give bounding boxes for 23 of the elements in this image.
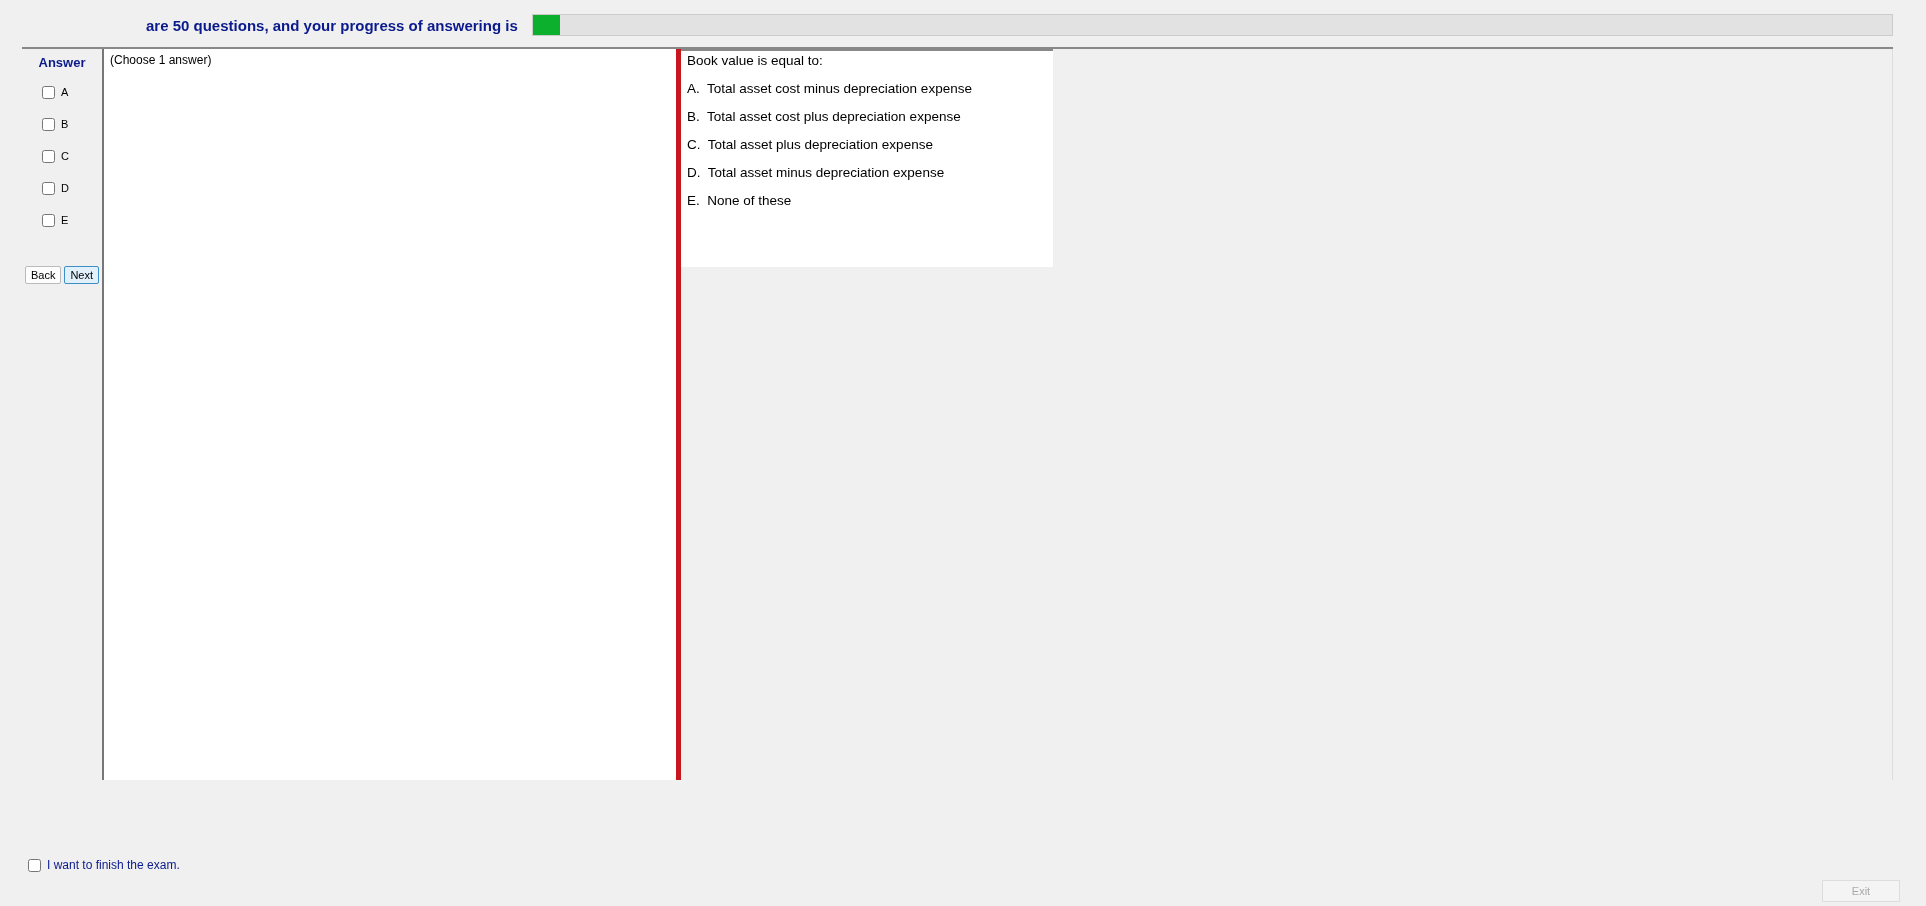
- choice-text: D. Total asset minus depreciation expense: [687, 165, 946, 180]
- question-text: Book value is equal to:: [687, 53, 824, 68]
- answer-checkbox[interactable]: [42, 149, 55, 163]
- choice-text: A. Total asset cost minus depreciation expense: [687, 81, 973, 96]
- instruction-text: (Choose 1 answer): [110, 53, 212, 67]
- nav-button[interactable]: Back: [24, 266, 62, 284]
- answer-checkbox[interactable]: [42, 117, 55, 131]
- finish-label: I want to finish the exam.: [47, 858, 180, 872]
- option-label: B: [61, 118, 69, 130]
- answer-heading: Answer: [38, 55, 86, 70]
- option-label: A: [61, 86, 69, 98]
- option-label: D: [61, 182, 69, 194]
- answer-checkbox[interactable]: [42, 181, 55, 195]
- nav-button[interactable]: Next: [64, 266, 100, 284]
- choice-text: C. Total asset plus depreciation expense: [687, 137, 934, 152]
- choice-text: E. None of these: [687, 193, 793, 208]
- choice-text: B. Total asset cost plus depreciation expense: [687, 109, 962, 124]
- answer-checkbox[interactable]: [42, 213, 55, 227]
- finish-checkbox[interactable]: [28, 858, 41, 872]
- answer-checkbox[interactable]: [42, 85, 55, 99]
- option-label: C: [61, 150, 69, 162]
- option-label: E: [61, 214, 69, 226]
- progress-caption: are 50 questions, and your progress of answering is: [146, 16, 518, 34]
